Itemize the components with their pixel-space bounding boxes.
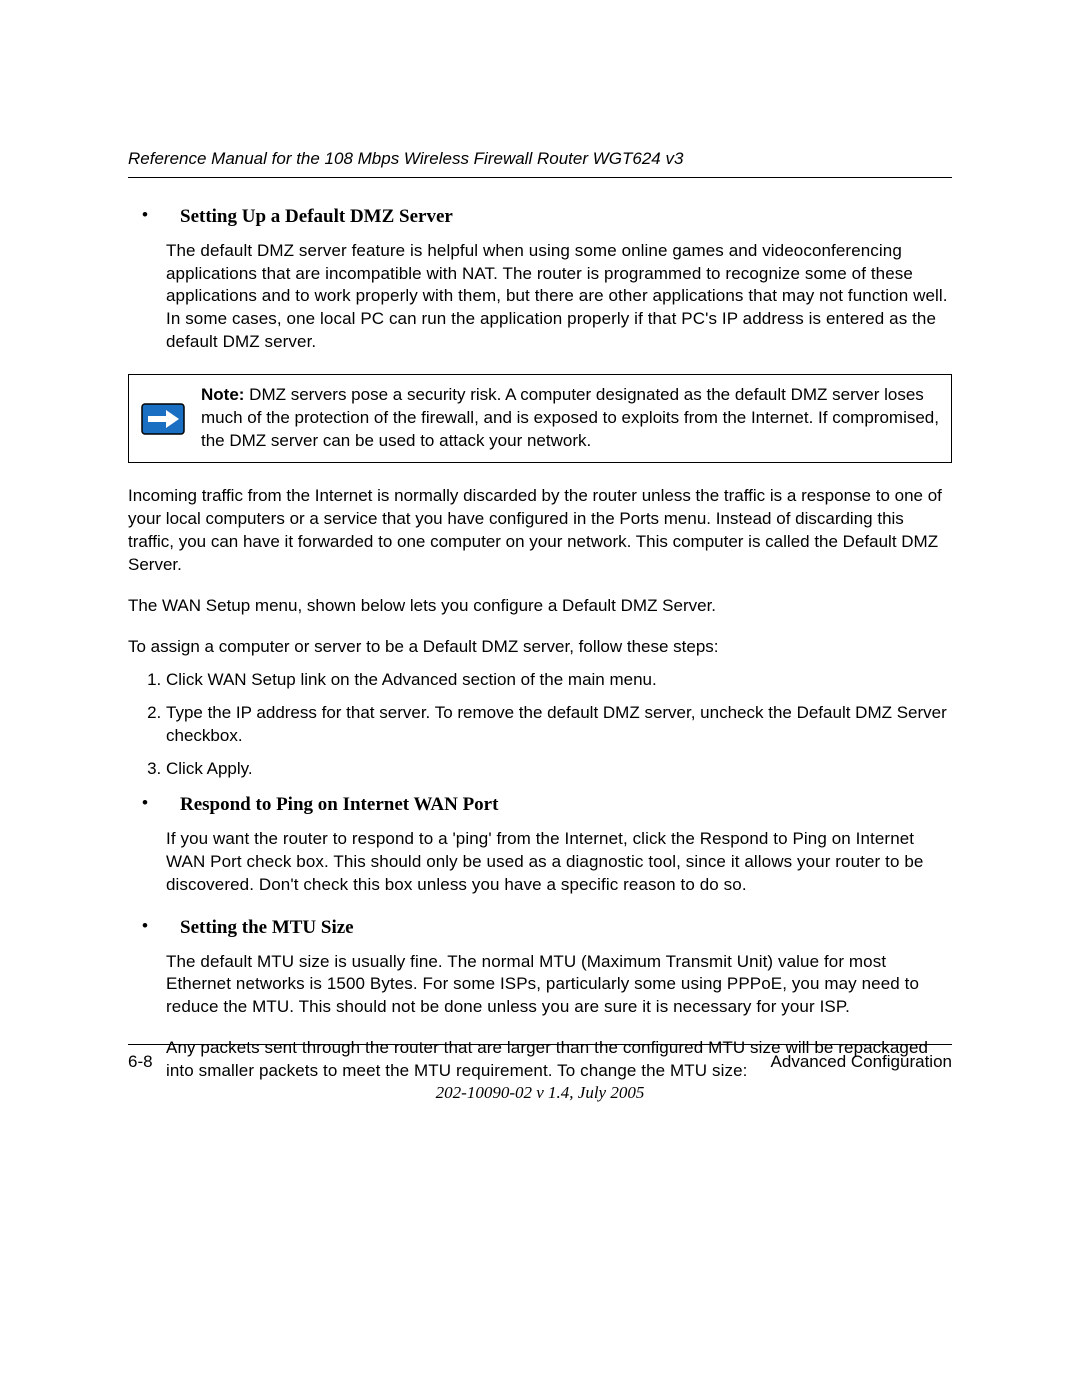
arrow-right-icon [141,403,185,435]
paragraph: The WAN Setup menu, shown below lets you… [128,595,952,618]
paragraph: If you want the router to respond to a '… [166,828,952,897]
section-heading-ping: Respond to Ping on Internet WAN Port [180,792,498,818]
footer-rule [128,1044,952,1045]
running-header: Reference Manual for the 108 Mbps Wirele… [128,148,952,171]
bullet-icon: • [128,915,180,941]
step-text: Type the IP address for that server. To … [166,703,947,745]
list-item: Type the IP address for that server. To … [166,702,952,748]
footer-docid: 202-10090-02 v 1.4, July 2005 [128,1082,952,1105]
list-item: Click Apply. [166,758,952,781]
section-mtu: • Setting the MTU Size [128,915,952,941]
note-icon-cell [129,375,197,462]
note-body: DMZ servers pose a security risk. A comp… [201,385,939,450]
note-label: Note: [201,385,244,404]
footer-line: 6-8 Advanced Configuration [128,1051,952,1074]
section-dmz: • Setting Up a Default DMZ Server [128,204,952,230]
step-text: Click Apply. [166,759,253,778]
section-heading-mtu: Setting the MTU Size [180,915,354,941]
step-text: Click WAN Setup link on the Advanced sec… [166,670,657,689]
page-footer: 6-8 Advanced Configuration 202-10090-02 … [128,1044,952,1105]
bullet-icon: • [128,792,180,818]
footer-section-title: Advanced Configuration [771,1051,952,1074]
page-number: 6-8 [128,1051,153,1074]
header-rule [128,177,952,178]
steps-list: Click WAN Setup link on the Advanced sec… [128,669,952,781]
section-ping-body: If you want the router to respond to a '… [166,828,952,897]
section-dmz-body: The default DMZ server feature is helpfu… [166,240,952,355]
paragraph: To assign a computer or server to be a D… [128,636,952,659]
document-page: Reference Manual for the 108 Mbps Wirele… [0,0,1080,1397]
paragraph: The default DMZ server feature is helpfu… [166,240,952,355]
note-text: Note: DMZ servers pose a security risk. … [197,375,951,462]
bullet-icon: • [128,204,180,230]
list-item: Click WAN Setup link on the Advanced sec… [166,669,952,692]
paragraph: Incoming traffic from the Internet is no… [128,485,952,577]
section-heading-dmz: Setting Up a Default DMZ Server [180,204,453,230]
note-box: Note: DMZ servers pose a security risk. … [128,374,952,463]
section-ping: • Respond to Ping on Internet WAN Port [128,792,952,818]
paragraph: The default MTU size is usually fine. Th… [166,951,952,1020]
